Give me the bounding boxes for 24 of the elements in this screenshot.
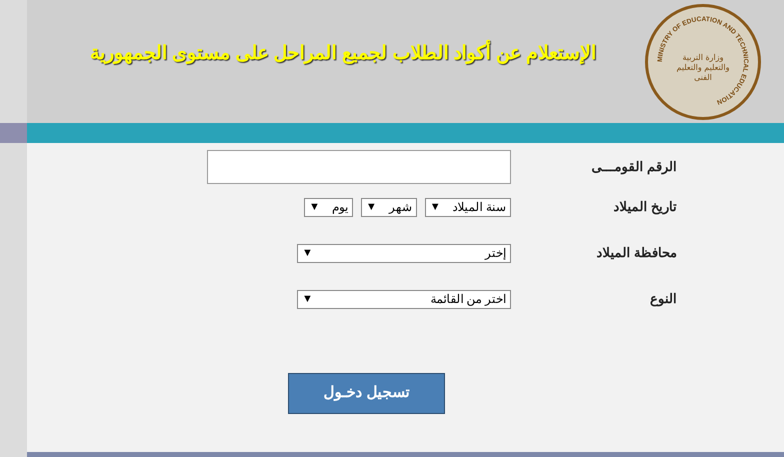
field-label: النوع (649, 290, 678, 308)
dropdown-value: شهر (388, 199, 412, 216)
page-title: الإستعلام عن أكواد الطلاب لجميع المراحل على مستوى الجمهورية (57, 40, 629, 83)
dropdown[interactable]: يوم ▼ (304, 198, 353, 216)
accent-bar-end (0, 123, 27, 143)
dropdown-arrow: ▼ (302, 294, 313, 304)
dropdown-value: إختر (485, 245, 506, 262)
dropdown[interactable]: سنة الميلاد ▼ (424, 198, 511, 216)
dropdown[interactable]: اختر من القائمة ▼ (297, 290, 511, 308)
field-label: تاريخ الميلاد (612, 198, 678, 216)
field-label: محافظة الميلاد (595, 244, 678, 262)
login-button[interactable]: تسجيل دخـول (288, 373, 445, 414)
dropdown[interactable]: شهر ▼ (360, 198, 417, 216)
logo-caption: وزارة التربية والتعليم والتعليم الفنى (676, 52, 730, 82)
field-label: الرقم القومـــى (590, 158, 678, 176)
dropdown-arrow: ▼ (308, 202, 320, 212)
dropdown-arrow: ▼ (302, 248, 313, 258)
national-id-field[interactable] (207, 150, 511, 184)
dropdown-value: سنة الميلاد (452, 199, 506, 216)
dropdown-arrow: ▼ (430, 202, 441, 212)
dropdown-value: اختر من القائمة (430, 291, 506, 308)
dropdown-value: يوم (332, 199, 348, 216)
dropdown[interactable]: إختر ▼ (297, 244, 511, 262)
dropdown-arrow: ▼ (366, 202, 377, 212)
